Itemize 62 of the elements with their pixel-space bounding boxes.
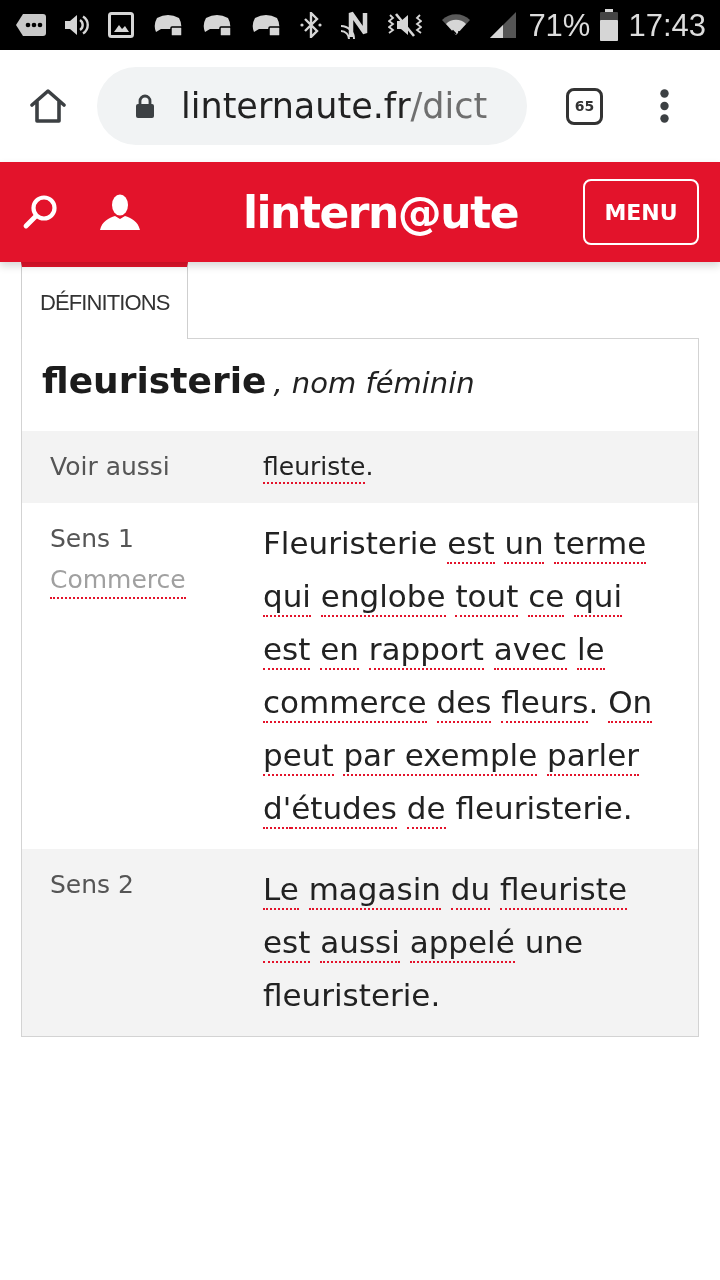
word-link[interactable]: magasin (308, 871, 441, 910)
app-notification-icon (202, 13, 232, 37)
volume-icon (65, 13, 89, 37)
sense-label: Sens 2 (50, 869, 134, 901)
word-link[interactable]: avec (493, 631, 568, 670)
sense-label: Sens 1 (50, 523, 134, 555)
word-link[interactable]: d' (263, 790, 292, 829)
battery-percentage: 71% (528, 9, 591, 41)
word-link[interactable]: terme (553, 525, 647, 564)
word-link[interactable]: est (263, 924, 311, 963)
word-link[interactable]: fleurs (501, 684, 589, 723)
word-link[interactable]: peut (263, 737, 334, 776)
word-link[interactable]: des (436, 684, 492, 723)
word-link[interactable]: en (320, 631, 359, 670)
app-notification-icon (251, 13, 281, 37)
entry-word: fleuristerie (42, 360, 267, 401)
word-link[interactable]: fleuriste (263, 452, 366, 484)
word-link[interactable]: un (504, 525, 544, 564)
tab-switcher-button[interactable]: 65 (566, 87, 603, 125)
row-label: Voir aussi (50, 451, 170, 483)
definition-text: Le magasin du fleuriste est aussi appelé une fleuristerie. (263, 870, 628, 1015)
word-link[interactable]: est (263, 631, 311, 670)
word-link[interactable]: le (577, 631, 605, 670)
vibrate-mute-icon (388, 12, 422, 38)
more-menu-icon[interactable] (660, 89, 669, 123)
status-time: 17:43 (628, 9, 706, 41)
lock-icon (135, 94, 155, 118)
word-link[interactable]: appelé (409, 924, 515, 963)
site-logo[interactable]: lintern@ute (242, 186, 519, 238)
notification-more-icon (16, 14, 46, 36)
word-link[interactable]: de (406, 790, 446, 829)
section-tab[interactable]: DÉFINITIONS (21, 262, 189, 339)
home-icon[interactable] (30, 89, 66, 123)
bluetooth-icon (300, 12, 322, 38)
app-notification-icon (153, 13, 183, 37)
word-link[interactable]: tout (455, 578, 519, 617)
word-link[interactable]: commerce (263, 684, 427, 723)
word-link[interactable]: fleuriste (500, 871, 627, 910)
related-words-text: fleuriste. (263, 445, 678, 489)
word-link[interactable]: du (450, 871, 491, 910)
word-link[interactable]: On (608, 684, 653, 723)
nfc-icon (341, 11, 369, 39)
user-icon[interactable] (100, 194, 140, 230)
definition-text: Fleuristerie est un terme qui englobe tout ce qui est en rapport avec le commerce des fleurs. On peut par exemple parler d'études de fleuristerie. (263, 517, 678, 835)
word-link[interactable]: ce (528, 578, 565, 617)
word-link[interactable]: qui (263, 578, 311, 617)
word-link[interactable]: qui (574, 578, 623, 617)
word-link[interactable]: Le (263, 871, 299, 910)
word-link[interactable]: études (291, 790, 397, 829)
word-link[interactable]: parler (547, 737, 639, 776)
image-icon (108, 12, 134, 38)
signal-icon (490, 12, 516, 38)
word-link[interactable]: aussi (320, 924, 400, 963)
word-link[interactable]: englobe (320, 578, 446, 617)
word-category: , nom féminin (273, 366, 475, 400)
address-bar[interactable]: linternaute.fr/dict (97, 67, 527, 145)
search-icon[interactable] (22, 194, 58, 230)
word-link[interactable]: est (447, 525, 495, 564)
word-link[interactable]: par exemple (343, 737, 538, 776)
menu-button[interactable]: MENU (583, 179, 699, 245)
battery-icon (600, 9, 619, 41)
word-link[interactable]: rapport (368, 631, 484, 670)
